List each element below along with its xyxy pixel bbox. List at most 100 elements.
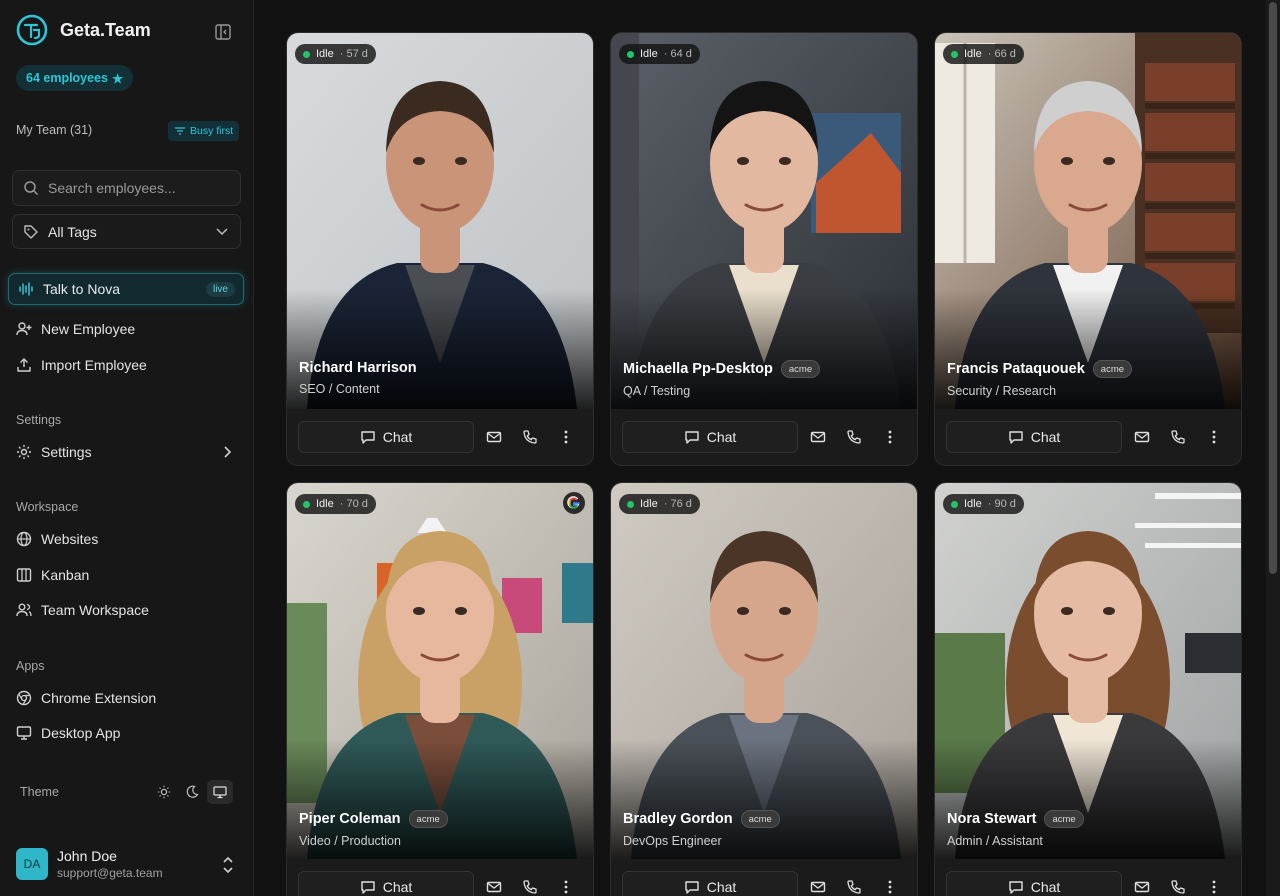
- chat-button[interactable]: Chat: [298, 421, 474, 453]
- employee-role: QA / Testing: [623, 384, 691, 398]
- busy-first-button[interactable]: Busy first: [168, 121, 240, 141]
- employee-photo[interactable]: Idle · 66 d Francis Pataquouek acme Secu…: [935, 33, 1241, 409]
- email-button[interactable]: [1124, 421, 1160, 453]
- call-button[interactable]: [836, 421, 872, 453]
- email-button[interactable]: [476, 871, 512, 896]
- employee-grid: Idle · 57 d Richard Harrison SEO / Conte…: [254, 0, 1280, 896]
- call-button[interactable]: [836, 871, 872, 896]
- employee-count-badge[interactable]: 64 employees ★: [16, 65, 134, 91]
- employee-name: Piper Coleman: [299, 811, 401, 827]
- settings-item[interactable]: Settings: [16, 442, 238, 462]
- team-workspace-item[interactable]: Team Workspace: [16, 600, 149, 620]
- scrollbar[interactable]: [1266, 0, 1280, 896]
- employee-name: Nora Stewart: [947, 811, 1037, 827]
- employee-card[interactable]: Idle · 64 d Michaella Pp-Desktop acme QA…: [610, 32, 918, 466]
- employee-name: Richard Harrison: [299, 360, 417, 376]
- phone-icon: [523, 430, 537, 444]
- kanban-item[interactable]: Kanban: [16, 565, 89, 585]
- chevron-right-icon[interactable]: [222, 445, 234, 459]
- star-icon: ★: [112, 71, 124, 86]
- employee-role: Video / Production: [299, 834, 401, 848]
- employee-photo[interactable]: Idle · 64 d Michaella Pp-Desktop acme QA…: [611, 33, 917, 409]
- audio-wave-icon: [19, 282, 33, 296]
- status-dot: [303, 50, 310, 58]
- globe-icon: [16, 531, 32, 547]
- call-button[interactable]: [1160, 871, 1196, 896]
- chrome-extension-item[interactable]: Chrome Extension: [16, 688, 156, 708]
- monitor-icon: [16, 726, 32, 740]
- more-options-button[interactable]: [548, 421, 584, 453]
- more-options-button[interactable]: [1196, 421, 1232, 453]
- desktop-app-item[interactable]: Desktop App: [16, 723, 120, 743]
- mail-icon: [1134, 881, 1150, 893]
- more-options-button[interactable]: [872, 871, 908, 896]
- moon-icon: [186, 785, 199, 798]
- email-button[interactable]: [800, 421, 836, 453]
- status-days: · 90 d: [987, 498, 1016, 510]
- status-days: · 64 d: [663, 48, 692, 60]
- mail-icon: [810, 431, 826, 443]
- employee-photo[interactable]: Idle · 76 d Bradley Gordon acme DevOps E…: [611, 483, 917, 859]
- more-vertical-icon: [564, 880, 568, 894]
- call-button[interactable]: [512, 871, 548, 896]
- upload-icon: [17, 358, 31, 372]
- apps-section-label: Apps: [16, 659, 45, 673]
- theme-light-button[interactable]: [151, 780, 177, 804]
- employee-card[interactable]: Idle · 76 d Bradley Gordon acme DevOps E…: [610, 482, 918, 896]
- theme-dark-button[interactable]: [179, 780, 205, 804]
- chat-button[interactable]: Chat: [946, 871, 1122, 896]
- call-button[interactable]: [1160, 421, 1196, 453]
- more-options-button[interactable]: [872, 421, 908, 453]
- theme-label: Theme: [20, 785, 59, 799]
- gear-icon: [17, 445, 31, 459]
- talk-to-nova-button[interactable]: Talk to Nova live: [8, 273, 244, 305]
- status-dot: [951, 50, 958, 58]
- chat-button[interactable]: Chat: [946, 421, 1122, 453]
- tags-select[interactable]: All Tags: [12, 214, 241, 249]
- scrollbar-thumb[interactable]: [1269, 2, 1277, 574]
- search-input[interactable]: [48, 180, 228, 196]
- user-menu[interactable]: DA John Doe support@geta.team: [16, 848, 163, 880]
- employee-photo[interactable]: Idle · 57 d Richard Harrison SEO / Conte…: [287, 33, 593, 409]
- more-vertical-icon: [888, 430, 892, 444]
- chat-button[interactable]: Chat: [298, 871, 474, 896]
- employee-photo[interactable]: Idle · 90 d Nora Stewart acme Admin / As…: [935, 483, 1241, 859]
- employee-count-label: 64 employees: [26, 71, 108, 85]
- email-button[interactable]: [476, 421, 512, 453]
- mail-icon: [810, 881, 826, 893]
- desktop-app-label: Desktop App: [41, 725, 121, 741]
- new-employee-button[interactable]: New Employee: [16, 319, 135, 339]
- call-button[interactable]: [512, 421, 548, 453]
- import-employee-button[interactable]: Import Employee: [16, 355, 147, 375]
- kanban-icon: [16, 568, 32, 582]
- employee-card[interactable]: Idle · 66 d Francis Pataquouek acme Secu…: [934, 32, 1242, 466]
- employee-card[interactable]: Idle · 57 d Richard Harrison SEO / Conte…: [286, 32, 594, 466]
- tag-badge: acme: [1044, 810, 1084, 828]
- websites-item[interactable]: Websites: [16, 529, 98, 549]
- mail-icon: [1134, 431, 1150, 443]
- card-actions: Chat: [622, 421, 908, 453]
- employee-card[interactable]: Idle · 90 d Nora Stewart acme Admin / As…: [934, 482, 1242, 896]
- more-options-button[interactable]: [1196, 871, 1232, 896]
- email-button[interactable]: [1124, 871, 1160, 896]
- chevrons-up-down-icon[interactable]: [221, 856, 235, 874]
- status-dot: [303, 500, 310, 508]
- more-options-button[interactable]: [548, 871, 584, 896]
- employee-name: Francis Pataquouek: [947, 361, 1085, 377]
- user-email: support@geta.team: [57, 866, 163, 880]
- employee-card[interactable]: Idle · 70 d Piper Coleman acme Video / P…: [286, 482, 594, 896]
- theme-system-button[interactable]: [207, 780, 233, 804]
- email-button[interactable]: [800, 871, 836, 896]
- filter-icon: [175, 127, 185, 135]
- brand[interactable]: Geta.Team: [16, 14, 151, 46]
- chevron-down-icon: [216, 227, 228, 235]
- employee-photo[interactable]: Idle · 70 d Piper Coleman acme Video / P…: [287, 483, 593, 859]
- sidebar-collapse-icon[interactable]: [214, 23, 232, 41]
- chat-button[interactable]: Chat: [622, 421, 798, 453]
- avatar: DA: [16, 848, 48, 880]
- status-dot: [627, 500, 634, 508]
- chat-button[interactable]: Chat: [622, 871, 798, 896]
- status-badge: Idle · 70 d: [295, 494, 376, 514]
- employee-search[interactable]: [12, 170, 241, 206]
- phone-icon: [1171, 430, 1185, 444]
